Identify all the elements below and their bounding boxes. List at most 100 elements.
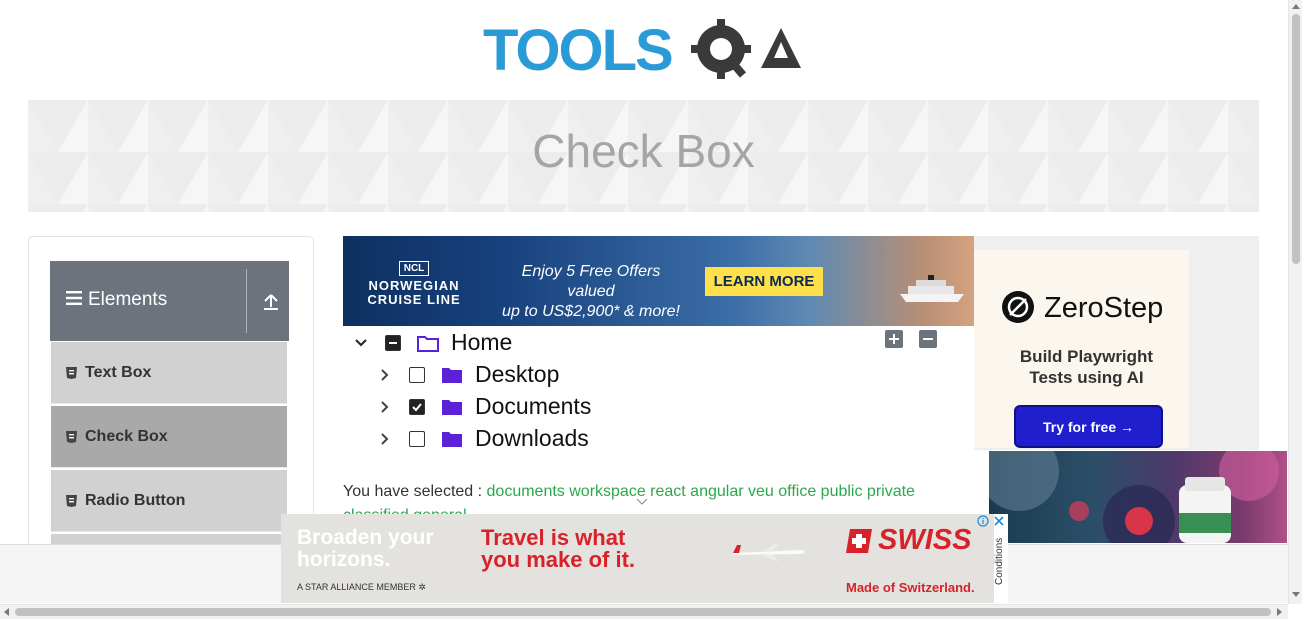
ncl-logo-box: NCL — [398, 261, 430, 276]
page-banner: Check Box — [28, 100, 1259, 212]
zerostep-ad[interactable]: ZeroStep Build Playwright Tests using AI… — [974, 236, 1259, 450]
chevron-down-icon[interactable] — [353, 335, 369, 351]
sidebar-item-text-box[interactable]: Text Box — [51, 342, 287, 404]
elements-icon — [66, 289, 82, 311]
swiss-headline: Broaden your horizons. — [297, 527, 434, 571]
tree-node-documents: Documents — [377, 393, 591, 420]
ncl-offer-line2: up to US$2,900* & more! — [502, 303, 680, 320]
folder-icon — [442, 431, 462, 447]
folder-icon — [442, 399, 462, 415]
selected-item: react — [645, 483, 686, 500]
documents-checkbox[interactable] — [409, 398, 425, 415]
checkbox-tree: Home Desktop Documents Downloads — [343, 326, 963, 466]
vertical-scrollbar[interactable] — [1288, 0, 1302, 604]
toolsqa-logo[interactable]: TOOLS — [483, 14, 808, 92]
zerostep-card: ZeroStep Build Playwright Tests using AI… — [974, 250, 1189, 448]
expand-all-button[interactable] — [885, 330, 903, 348]
petri-dish-image — [989, 451, 1279, 543]
page-title: Check Box — [532, 125, 755, 177]
ncl-offer-line1: Enjoy 5 Free Offers valued — [521, 263, 661, 300]
swiss-slogan-line1: Travel is what — [481, 525, 626, 550]
ncl-name-line1: NORWEGIAN — [368, 278, 460, 293]
collapse-all-button[interactable] — [919, 330, 937, 348]
chevron-right-icon[interactable] — [377, 367, 393, 383]
swiss-headline-line2: horizons. — [297, 548, 391, 571]
upload-icon — [264, 294, 278, 310]
home-checkbox[interactable] — [385, 334, 401, 351]
tree-node-label[interactable]: Downloads — [475, 425, 589, 452]
svg-text:TOOLS: TOOLS — [483, 18, 672, 83]
zerostep-tagline: Build Playwright Tests using AI — [974, 346, 1199, 388]
desktop-checkbox[interactable] — [409, 366, 425, 383]
ncl-logo: NCL NORWEGIAN CRUISE LINE — [361, 258, 467, 307]
tree-node-home: Home — [353, 329, 512, 356]
downloads-checkbox[interactable] — [409, 430, 425, 447]
sidebar-item-check-box[interactable]: Check Box — [51, 406, 287, 468]
folder-icon — [442, 367, 462, 383]
chevron-down-icon — [636, 498, 648, 505]
ncl-ad-banner[interactable]: NCL NORWEGIAN CRUISE LINE Enjoy 5 Free O… — [343, 236, 974, 326]
ncl-name-line2: CRUISE LINE — [367, 292, 461, 307]
tree-node-label[interactable]: Home — [451, 329, 512, 356]
zerostep-tagline-line2: Tests using AI — [1029, 368, 1144, 387]
scroll-right-icon[interactable] — [1277, 608, 1282, 616]
zerostep-logo-icon — [1002, 291, 1034, 323]
collapse-group-button[interactable] — [260, 291, 282, 313]
ad-conditions-label[interactable]: Conditions — [994, 531, 1008, 591]
scroll-left-icon[interactable] — [4, 608, 9, 616]
selected-item: veu — [743, 483, 774, 500]
group-title: Elements — [66, 289, 167, 311]
swiss-brand-text: SWISS — [878, 524, 972, 556]
swiss-cross-icon — [846, 528, 872, 553]
swiss-ad-banner[interactable]: Broaden your horizons. A STAR ALLIANCE M… — [281, 514, 994, 603]
star-alliance-icon: ✲ — [418, 582, 426, 592]
zerostep-name: ZeroStep — [1044, 292, 1164, 324]
swiss-headline-line1: Broaden your — [297, 526, 434, 549]
selected-item: private — [862, 483, 915, 500]
airplane-image — [733, 544, 805, 561]
swiss-slogan-line2: you make of it. — [481, 547, 636, 572]
selected-item: documents — [486, 483, 565, 500]
elements-group-header[interactable]: Elements — [50, 261, 289, 341]
html5-icon — [66, 494, 77, 507]
ncl-offer-text: Enjoy 5 Free Offers valued up to US$2,90… — [496, 262, 686, 322]
html5-icon — [66, 366, 77, 379]
result-prefix: You have selected : — [343, 483, 483, 500]
tree-node-downloads: Downloads — [377, 425, 589, 452]
html5-icon — [66, 430, 77, 443]
minus-icon — [923, 338, 933, 340]
tree-node-desktop: Desktop — [377, 361, 559, 388]
chevron-right-icon[interactable] — [377, 431, 393, 447]
sidebar-item-label: Radio Button — [85, 491, 186, 509]
vertical-scrollbar-thumb[interactable] — [1292, 14, 1300, 264]
header-divider — [246, 269, 247, 333]
chevron-right-icon[interactable] — [377, 399, 393, 415]
selected-item: office — [773, 483, 817, 500]
tree-node-label[interactable]: Documents — [475, 393, 591, 420]
sidebar: Elements Text Box Check Box Radio Button — [28, 236, 314, 558]
swiss-slogan: Travel is what you make of it. — [481, 527, 635, 571]
folder-open-icon — [417, 335, 439, 352]
learn-more-button[interactable]: LEARN MORE — [705, 267, 823, 296]
zerostep-tagline-line1: Build Playwright — [1019, 347, 1154, 366]
group-title-label: Elements — [88, 289, 168, 310]
scroll-up-icon[interactable] — [1292, 4, 1300, 9]
swiss-logo: SWISS — [846, 524, 971, 557]
tree-node-label[interactable]: Desktop — [475, 361, 559, 388]
scroll-down-icon[interactable] — [1292, 592, 1300, 597]
star-alliance-label: A STAR ALLIANCE MEMBER ✲ — [297, 582, 426, 593]
selected-item: workspace — [564, 483, 646, 500]
info-icon[interactable] — [977, 515, 989, 527]
selected-item: public — [816, 483, 863, 500]
selected-item: angular — [685, 483, 744, 500]
horizontal-scrollbar[interactable] — [0, 604, 1288, 619]
sidebar-item-radio-button[interactable]: Radio Button — [51, 470, 287, 532]
horizontal-scrollbar-thumb[interactable] — [15, 608, 1271, 616]
minus-icon — [389, 341, 397, 344]
plus-icon — [889, 334, 899, 344]
close-icon[interactable] — [993, 515, 1005, 527]
try-for-free-button[interactable]: Try for free → — [1016, 407, 1161, 446]
sidebar-item-label: Check Box — [85, 427, 168, 445]
pharma-ad-image[interactable] — [989, 451, 1287, 543]
swiss-made-text: Made of Switzerland. — [846, 580, 975, 595]
